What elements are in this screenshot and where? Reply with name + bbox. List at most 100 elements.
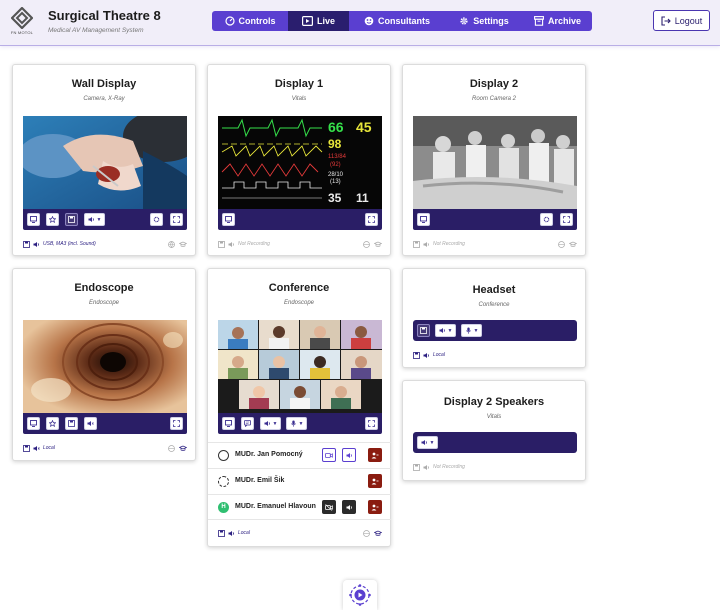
gear-icon <box>153 216 160 223</box>
star-icon <box>49 216 56 223</box>
audio-dropdown[interactable]: ▼ <box>260 417 281 430</box>
vital-abp-mean: (92) <box>330 162 341 168</box>
vital-pap-mean: (13) <box>330 179 341 185</box>
nav-consultants[interactable]: Consultants <box>349 11 445 31</box>
speaker-icon <box>439 328 445 333</box>
nav-live-label: Live <box>316 16 335 26</box>
fullscreen-button[interactable] <box>365 417 378 430</box>
speaker-icon <box>228 241 234 247</box>
fullscreen-button[interactable] <box>560 213 573 226</box>
video-camera-off-icon <box>325 503 333 511</box>
nav-settings[interactable]: Settings <box>445 11 523 31</box>
card-display-2-speakers: Display 2 Speakers Vitals ▼ Not Recordin… <box>402 380 586 481</box>
logo-diamond-icon <box>11 7 33 29</box>
speaker-icon <box>423 352 429 358</box>
audio-toggle-button[interactable] <box>342 448 356 462</box>
video-control-bar: ▼ ▼ <box>218 413 382 434</box>
nav-controls[interactable]: Controls <box>212 11 288 31</box>
fullscreen-button[interactable] <box>170 213 183 226</box>
audio-toggle-button[interactable] <box>342 500 356 514</box>
fullscreen-icon <box>173 216 180 223</box>
camera-toggle-button[interactable] <box>322 500 336 514</box>
avatar <box>218 450 229 461</box>
source-select-button[interactable] <box>417 213 430 226</box>
gear-icon <box>460 17 468 25</box>
video-feed-vitals[interactable]: 66 45 98 113/84 (92) 28/10 (13) 35 11 <box>218 116 382 209</box>
camera-toggle-button[interactable] <box>322 448 336 462</box>
video-feed-surgery[interactable] <box>23 116 187 209</box>
card-subtitle: Conference <box>478 302 510 308</box>
record-toggle-button[interactable] <box>417 324 430 337</box>
source-select-button[interactable] <box>222 213 235 226</box>
consultants-icon <box>364 16 374 26</box>
microphone-dropdown[interactable]: ▼ <box>461 324 482 337</box>
media-launcher-button[interactable] <box>343 580 377 610</box>
card-display-1: Display 1 Vitals 66 45 98 113/84 (92) 28… <box>207 64 391 256</box>
monitor-icon <box>225 420 232 427</box>
speaker-icon <box>423 241 429 247</box>
speaker-icon <box>346 504 352 510</box>
nav-consultants-label: Consultants <box>377 16 430 26</box>
card-wall-display: Wall Display Camera, X-Ray ▼ USB, MA3 (i… <box>12 64 196 256</box>
chat-icon <box>244 420 251 427</box>
audio-dropdown[interactable]: ▼ <box>417 436 438 449</box>
favorite-button[interactable] <box>46 213 59 226</box>
speaker-mute-icon <box>87 421 94 426</box>
remove-participant-button[interactable] <box>368 500 382 514</box>
favorite-button[interactable] <box>46 417 59 430</box>
save-icon <box>413 463 420 471</box>
card-endoscope: Endoscope Endoscope Local <box>12 268 196 461</box>
fullscreen-icon <box>563 216 570 223</box>
hospital-logo: FN MOTOL <box>8 7 36 39</box>
monitor-icon <box>225 216 232 223</box>
video-feed-endoscope[interactable] <box>23 320 187 413</box>
record-toggle-button[interactable] <box>65 417 78 430</box>
video-feed-room-camera[interactable] <box>413 116 577 209</box>
save-icon <box>413 240 420 248</box>
source-select-button[interactable] <box>222 417 235 430</box>
fullscreen-button[interactable] <box>170 417 183 430</box>
microphone-dropdown[interactable]: ▼ <box>286 417 307 430</box>
audio-dropdown[interactable]: ▼ <box>435 324 456 337</box>
remove-participant-button[interactable] <box>368 474 382 488</box>
status-text: Local <box>238 530 250 536</box>
video-control-bar: ▼ <box>23 209 187 230</box>
speaker-icon <box>264 421 270 426</box>
record-toggle-button[interactable] <box>65 213 78 226</box>
chat-button[interactable] <box>241 417 254 430</box>
audio-dropdown[interactable]: ▼ <box>84 213 105 226</box>
video-feed-conference-grid[interactable] <box>218 320 382 413</box>
speaker-icon <box>228 530 234 536</box>
gear-icon <box>543 216 550 223</box>
media-hub-icon <box>349 584 371 606</box>
globe-icon <box>558 240 565 248</box>
vital-rr: 45 <box>356 119 372 135</box>
remove-participant-button[interactable] <box>368 448 382 462</box>
monitor-icon <box>30 420 37 427</box>
fullscreen-button[interactable] <box>365 213 378 226</box>
save-icon <box>68 420 75 427</box>
monitor-icon <box>420 216 427 223</box>
nav-archive[interactable]: Archive <box>523 11 592 31</box>
video-control-bar <box>23 413 187 434</box>
mute-button[interactable] <box>84 417 97 430</box>
settings-button[interactable] <box>150 213 163 226</box>
nav-settings-label: Settings <box>473 16 509 26</box>
nav-live[interactable]: Live <box>288 11 349 31</box>
logout-icon <box>661 15 671 26</box>
card-status: Not Recording <box>413 462 577 472</box>
speaker-icon <box>423 464 429 470</box>
logout-button[interactable]: Logout <box>653 10 710 31</box>
graduation-cap-icon <box>374 241 382 247</box>
avatar: H <box>218 502 229 513</box>
globe-icon <box>168 240 175 248</box>
card-subtitle: Vitals <box>291 96 307 102</box>
source-select-button[interactable] <box>27 213 40 226</box>
status-text: Not Recording <box>433 464 465 470</box>
source-select-button[interactable] <box>27 417 40 430</box>
card-subtitle: Endoscope <box>283 300 315 306</box>
settings-button[interactable] <box>540 213 553 226</box>
vital-etco2: 11 <box>356 191 369 205</box>
card-subtitle: Endoscope <box>88 300 120 306</box>
card-headset: Headset Conference ▼ ▼ Local <box>402 268 586 368</box>
